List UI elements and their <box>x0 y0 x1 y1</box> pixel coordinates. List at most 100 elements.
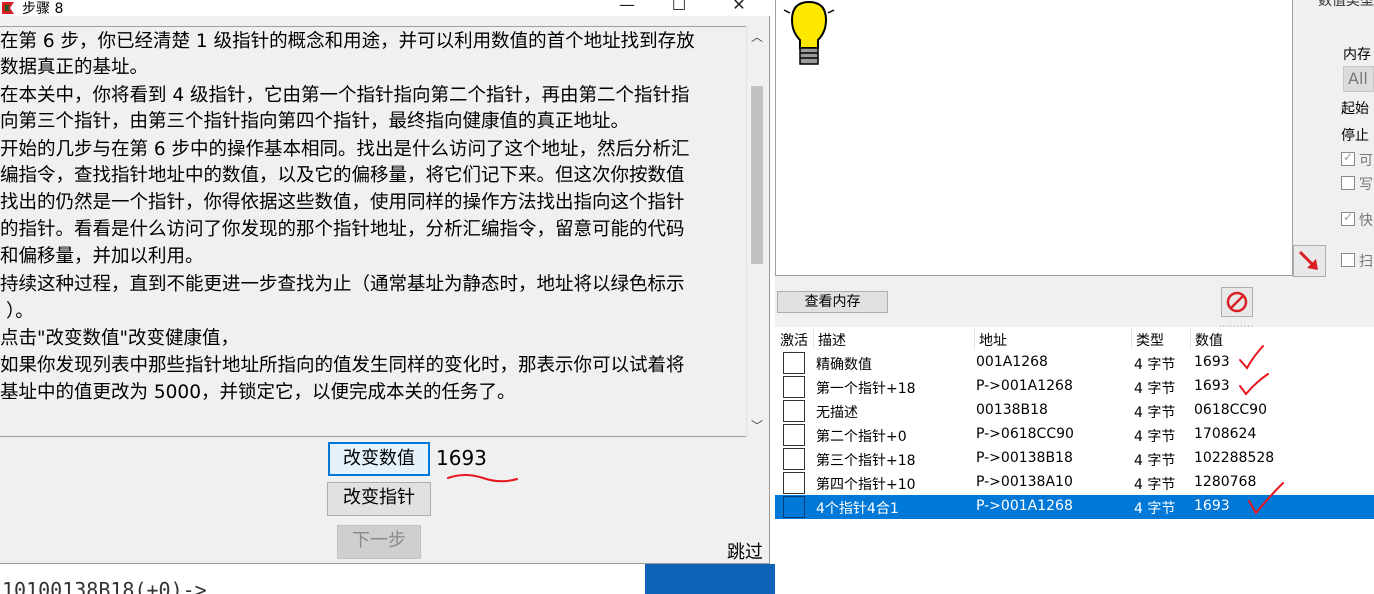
row-value: 1693 <box>1194 498 1230 514</box>
tutorial-line: 向第三个指针，由第三个指针指向第四个指针，最终指向健康值的真正地址。 <box>0 111 630 132</box>
row-address: 001A1268 <box>976 354 1048 370</box>
scan-options-panel: 数值类型 内存 起始 停止 可 写 快 <box>1293 0 1374 245</box>
header-value[interactable]: 数值 <box>1195 330 1223 350</box>
row-value: 1693 <box>1194 354 1230 370</box>
writable-label: 可 <box>1359 153 1373 169</box>
view-memory-button[interactable]: 查看内存 <box>777 291 888 313</box>
pause-scan-label: 扫 <box>1359 254 1373 270</box>
copy-on-write-checkbox[interactable] <box>1341 176 1355 190</box>
active-checkbox[interactable] <box>783 376 805 398</box>
pause-scan-checkbox[interactable] <box>1341 253 1355 267</box>
memory-all-dropdown[interactable]: All <box>1343 66 1374 92</box>
change-value-button[interactable]: 改变数值 <box>328 442 430 476</box>
tutorial-line: 编指令，查找指针地址中的数值，以及它的偏移量，将它们记下来。但这次你按数值 <box>0 165 685 186</box>
skip-link[interactable]: 跳过 <box>727 538 763 564</box>
row-type: 4 字节 <box>1134 405 1176 421</box>
scroll-down-icon[interactable]: ﹀ <box>747 417 767 435</box>
header-active[interactable]: 激活 <box>780 330 808 350</box>
close-button[interactable]: ✕ <box>716 0 762 16</box>
tutorial-line: 和偏移量，并加以利用。 <box>0 246 204 267</box>
tutorial-line: 如果你发现列表中那些指针地址所指向的值发生同样的变化时，那表示你可以试着将 <box>0 355 685 376</box>
stop-label: 停止 <box>1341 128 1369 144</box>
row-type: 4 字节 <box>1134 501 1176 517</box>
clear-list-button[interactable] <box>1221 287 1253 317</box>
red-checkmark-annotation <box>1239 345 1264 370</box>
value-type-label: 数值类型 <box>1318 0 1374 9</box>
cheat-engine-main: 数值类型 内存 起始 停止 可 写 快 扫 All 查看内存 ·········… <box>775 0 1374 594</box>
row-description: 第四个指针+10 <box>816 477 916 493</box>
row-address: 00138B18 <box>976 402 1048 418</box>
row-description: 精确数值 <box>816 357 872 373</box>
address-table: 激活 描述 地址 类型 数值 精确数值 001A1268 4 字节 1693 第… <box>775 327 1374 594</box>
write-label: 写 <box>1359 177 1373 193</box>
tutorial-line: ）。 <box>6 301 34 322</box>
tutorial-titlebar: 步骤 8 — ☐ ✕ <box>0 0 770 17</box>
start-label: 起始 <box>1341 101 1369 117</box>
fast-scan-checkbox[interactable] <box>1341 210 1355 226</box>
row-address: P->001A1268 <box>976 498 1073 514</box>
table-row[interactable]: 第二个指针+0 P->0618CC90 4 字节 1708624 <box>775 423 1374 447</box>
tutorial-title: 步骤 8 <box>22 1 64 17</box>
red-checkmark-annotation <box>1239 373 1269 396</box>
row-type: 4 字节 <box>1134 429 1176 445</box>
row-address: P->0618CC90 <box>976 426 1074 442</box>
active-checkbox[interactable] <box>783 424 805 446</box>
tutorial-scrollbar[interactable]: ︿ ﹀ <box>746 26 766 437</box>
row-address: P->00138A10 <box>976 474 1073 490</box>
row-value: 102288528 <box>1194 450 1275 466</box>
table-row[interactable]: 精确数值 001A1268 4 字节 1693 <box>775 351 1374 375</box>
tutorial-line: 在第 6 步，你已经清楚 1 级指针的概念和用途，并可以利用数值的首个地址找到存… <box>0 31 695 52</box>
app-icon <box>2 2 14 14</box>
scroll-thumb[interactable] <box>751 86 763 264</box>
row-value: 1708624 <box>1194 426 1257 442</box>
active-checkbox[interactable] <box>783 472 805 494</box>
row-address: P->001A1268 <box>976 378 1073 394</box>
row-type: 4 字节 <box>1134 381 1176 397</box>
scroll-up-icon[interactable]: ︿ <box>747 28 767 46</box>
table-row[interactable]: 第三个指针+18 P->00138B18 4 字节 102288528 <box>775 447 1374 471</box>
tutorial-line: 基址中的值更改为 5000，并锁定它，以便完成本关的任务了。 <box>0 382 516 403</box>
tutorial-line: 的指针。看看是什么访问了你发现的那个指针地址，分析汇编指令，留意可能的代码 <box>0 219 685 240</box>
red-underline-annotation <box>447 474 518 483</box>
minimize-button[interactable]: — <box>604 0 650 16</box>
change-pointer-button[interactable]: 改变指针 <box>327 482 431 516</box>
writable-checkbox[interactable] <box>1341 150 1355 166</box>
active-checkbox[interactable] <box>783 496 805 518</box>
tutorial-text-panel[interactable]: 在第 6 步，你已经清楚 1 级指针的概念和用途，并可以利用数值的首个地址找到存… <box>0 26 766 437</box>
row-type: 4 字节 <box>1134 477 1176 493</box>
tutorial-line: 在本关中，你将看到 4 级指针，它由第一个指针指向第二个指针，再由第二个指针指 <box>0 85 690 106</box>
row-description: 第一个指针+18 <box>816 381 916 397</box>
table-row[interactable]: 无描述 00138B18 4 字节 0618CC90 <box>775 399 1374 423</box>
row-value: 0618CC90 <box>1194 402 1267 418</box>
found-results-list[interactable] <box>775 0 1293 276</box>
row-address: P->00138B18 <box>976 450 1073 466</box>
tutorial-line: 数据真正的基址。 <box>0 57 149 78</box>
row-description: 第二个指针+0 <box>816 429 907 445</box>
background-code-text: 10100138B18(+0)-> <box>2 578 207 594</box>
table-row[interactable]: 第一个指针+18 P->001A1268 4 字节 1693 <box>775 375 1374 399</box>
red-checkmark-annotation <box>1248 482 1284 515</box>
active-checkbox[interactable] <box>783 352 805 374</box>
active-checkbox[interactable] <box>783 448 805 470</box>
background-blue-panel <box>645 564 775 594</box>
fast-scan-label: 快 <box>1359 213 1373 229</box>
no-entry-icon <box>1226 291 1248 313</box>
active-checkbox[interactable] <box>783 400 805 422</box>
lightbulb-icon <box>783 0 835 65</box>
background-code-strip: 10100138B18(+0)-> <box>0 564 645 594</box>
tutorial-line: 找出的仍然是一个指针，你得依据这些数值，使用同样的操作方法找出指向这个指针 <box>0 192 685 213</box>
maximize-button[interactable]: ☐ <box>656 0 702 16</box>
row-value: 1693 <box>1194 378 1230 394</box>
header-description[interactable]: 描述 <box>818 330 846 350</box>
tutorial-dialog: 步骤 8 — ☐ ✕ 在第 6 步，你已经清楚 1 级指针的概念和用途，并可以利… <box>0 0 770 564</box>
header-type[interactable]: 类型 <box>1136 330 1164 350</box>
next-step-button[interactable]: 下一步 <box>337 525 421 559</box>
add-to-list-button[interactable] <box>1293 245 1326 277</box>
header-address[interactable]: 地址 <box>979 330 1007 350</box>
row-type: 4 字节 <box>1134 357 1176 373</box>
tutorial-line: 持续这种过程，直到不能更进一步查找为止（通常基址为静态时，地址将以绿色标示 <box>0 274 685 295</box>
memory-scan-label: 内存 <box>1343 47 1371 63</box>
row-description: 无描述 <box>816 405 858 421</box>
tutorial-line: 开始的几步与在第 6 步中的操作基本相同。找出是什么访问了这个地址，然后分析汇 <box>0 139 690 160</box>
row-type: 4 字节 <box>1134 453 1176 469</box>
